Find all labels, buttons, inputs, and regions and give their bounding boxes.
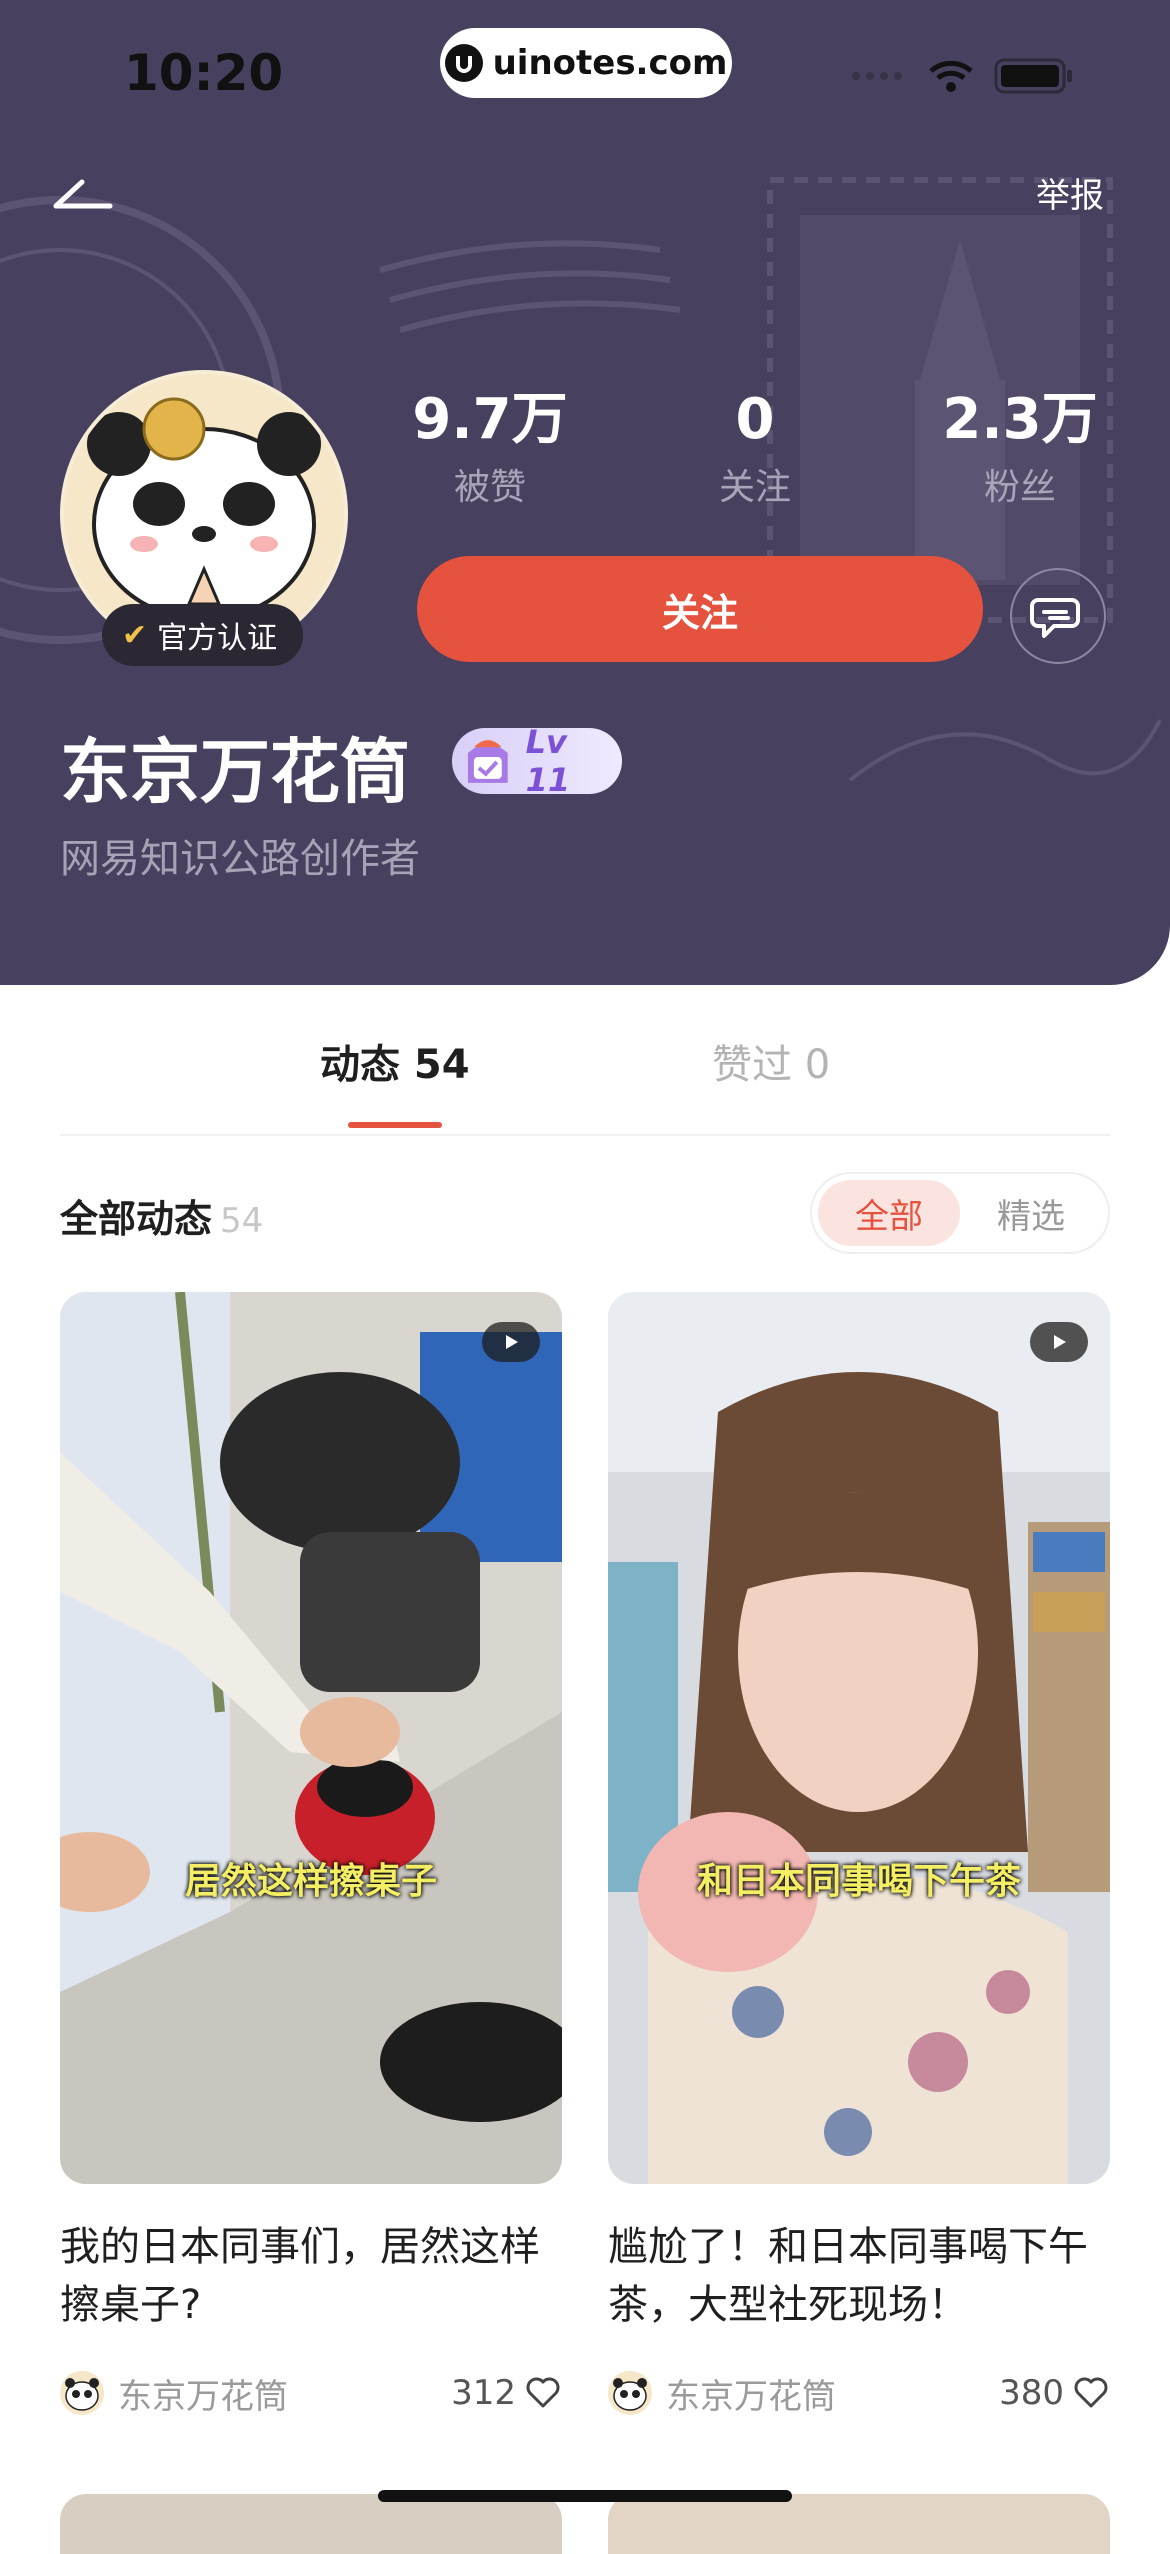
verified-label: 官方认证: [157, 621, 278, 656]
tab-posts[interactable]: 动态 54: [320, 1032, 470, 1090]
stat-label: 被赞: [453, 467, 526, 508]
profile-name: 东京万花筒: [60, 731, 410, 813]
profile-header: 10:20 uinotes.com 举报 ✔ 官方认证 9.7万 被赞 0 关注…: [0, 0, 1170, 985]
card-meta: 东京万花筒 380: [608, 2368, 1110, 2418]
level-icon: [467, 740, 508, 783]
author-avatar[interactable]: [60, 2371, 104, 2415]
filter-all[interactable]: 全部: [818, 1180, 960, 1246]
author-name[interactable]: 东京万花筒: [118, 2369, 451, 2418]
uinotes-logo-icon: [444, 44, 483, 82]
video-caption: 和日本同事喝下午茶: [696, 1861, 1021, 1902]
like-count: 380: [999, 2373, 1064, 2413]
url-text: uinotes.com: [492, 43, 728, 83]
heart-icon[interactable]: [524, 2374, 562, 2412]
stat-value: 0: [735, 387, 775, 452]
filter-segment: 全部 精选: [810, 1172, 1110, 1254]
follow-button[interactable]: 关注: [417, 556, 983, 662]
tab-indicator: [348, 1122, 442, 1128]
video-thumbnail[interactable]: 和日本同事喝下午茶: [608, 1292, 1110, 2184]
card-title[interactable]: 我的日本同事们，居然这样擦桌子?: [60, 2218, 562, 2334]
profile-subtitle: 网易知识公路创作者: [60, 836, 420, 882]
divider: [60, 1134, 1110, 1136]
home-indicator[interactable]: [378, 2490, 792, 2502]
post-card-peek[interactable]: [608, 2494, 1110, 2554]
stat-value: 9.7万: [412, 387, 568, 452]
post-card[interactable]: 和日本同事喝下午茶 尴尬了！和日本同事喝下午茶，大型社死现场！ 东京万花筒 38…: [608, 1292, 1110, 2418]
message-icon: [1030, 598, 1080, 638]
stat-followers[interactable]: 2.3万 粉丝: [920, 388, 1120, 510]
card-meta: 东京万花筒 312: [60, 2368, 562, 2418]
section-title-text: 全部动态: [60, 1197, 213, 1241]
url-pill: uinotes.com: [440, 28, 732, 98]
card-title[interactable]: 尴尬了！和日本同事喝下午茶，大型社死现场！: [608, 2218, 1110, 2334]
stat-following[interactable]: 0 关注: [655, 388, 855, 510]
heart-icon[interactable]: [1072, 2374, 1110, 2412]
thumbnail-image: [60, 1292, 562, 2184]
like-count: 312: [451, 2373, 516, 2413]
wifi-icon: [929, 60, 973, 92]
tab-liked[interactable]: 赞过 0: [712, 1032, 830, 1090]
message-button[interactable]: [1010, 568, 1106, 664]
stat-value: 2.3万: [942, 387, 1098, 452]
battery-icon: [994, 58, 1072, 94]
post-card[interactable]: 居然这样擦桌子 我的日本同事们，居然这样擦桌子? 东京万花筒 312: [60, 1292, 562, 2418]
back-arrow-icon[interactable]: [52, 170, 122, 220]
author-avatar[interactable]: [608, 2371, 652, 2415]
play-icon: [1030, 1322, 1088, 1362]
video-thumbnail[interactable]: 居然这样擦桌子: [60, 1292, 562, 2184]
signal-icon: [852, 72, 902, 80]
stat-label: 粉丝: [983, 467, 1056, 508]
stat-likes[interactable]: 9.7万 被赞: [390, 388, 590, 510]
stat-label: 关注: [718, 467, 791, 508]
status-time: 10:20: [124, 44, 284, 102]
filter-featured[interactable]: 精选: [960, 1180, 1102, 1246]
video-caption: 居然这样擦桌子: [184, 1861, 437, 1902]
level-text: Lv 11: [525, 723, 571, 799]
report-button[interactable]: 举报: [1036, 168, 1104, 217]
status-indicators: [852, 58, 1074, 94]
section-count: 54: [220, 1201, 264, 1241]
check-icon: ✔: [122, 617, 148, 653]
author-name[interactable]: 东京万花筒: [666, 2369, 999, 2418]
level-badge: Lv 11: [452, 723, 622, 799]
post-card-peek[interactable]: [60, 2494, 562, 2554]
section-title: 全部动态 54: [60, 1188, 263, 1243]
play-icon: [482, 1322, 540, 1362]
thumbnail-image: [608, 1292, 1110, 2184]
verified-badge: ✔ 官方认证: [102, 604, 304, 666]
